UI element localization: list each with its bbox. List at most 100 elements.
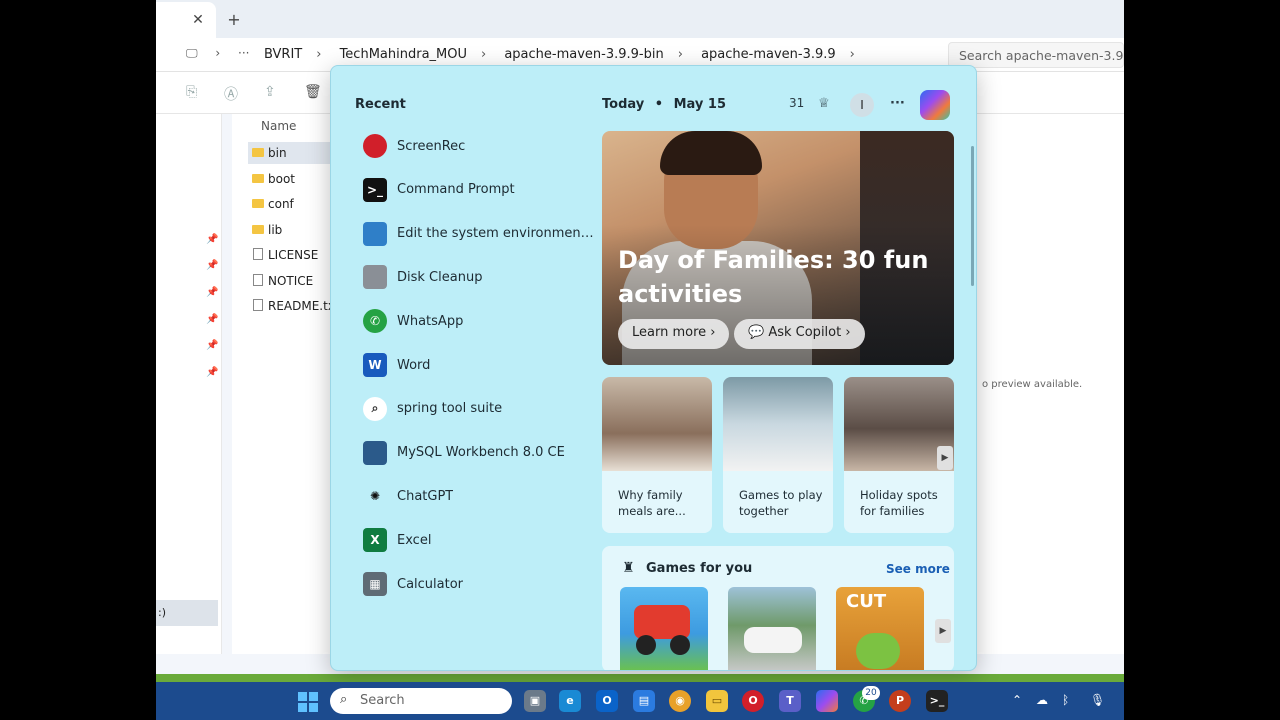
today-label: Today	[602, 97, 645, 112]
edge-icon[interactable]: e	[559, 690, 581, 712]
file-icon	[253, 299, 263, 311]
news-card[interactable]: Why family meals are...	[602, 377, 712, 533]
games-heading: Games for you	[646, 561, 753, 576]
microphone-icon[interactable]: 🎙	[1090, 693, 1105, 707]
file-name: LICENSE	[268, 248, 319, 262]
ask-copilot-button[interactable]: 💬 Ask Copilot ›	[734, 319, 865, 349]
recent-item-label: ScreenRec	[397, 138, 466, 154]
task-view-icon[interactable]: ▣	[524, 690, 546, 712]
recent-item-label: MySQL Workbench 8.0 CE	[397, 445, 565, 461]
file-list: Name bin boot conf lib LICENSE NOTICE RE…	[232, 114, 340, 654]
copy-icon[interactable]: ⎘	[186, 84, 197, 100]
excel-icon: X	[363, 528, 387, 553]
see-more-link[interactable]: See more	[886, 562, 950, 576]
wheel-shape	[636, 635, 656, 655]
date-label: May 15	[673, 97, 727, 112]
file-row[interactable]: bin	[248, 142, 332, 164]
store-icon[interactable]: ▤	[633, 690, 655, 712]
copilot-taskbar-icon[interactable]	[816, 690, 838, 712]
file-row[interactable]: conf	[248, 193, 332, 215]
game-tile-hill-climb[interactable]	[620, 587, 708, 670]
column-header-name[interactable]: Name	[261, 119, 296, 133]
recent-item-label: Disk Cleanup	[397, 269, 483, 285]
news-card-image	[723, 377, 833, 471]
onedrive-icon[interactable]: ☁	[1036, 693, 1048, 707]
file-row[interactable]: LICENSE	[248, 244, 332, 266]
breadcrumb-item[interactable]: apache-maven-3.9.9-bin	[504, 47, 663, 62]
learn-more-button[interactable]: Learn more ›	[618, 319, 730, 349]
powerpoint-icon[interactable]: P	[889, 690, 911, 712]
recent-item-label: Command Prompt	[397, 182, 515, 198]
learn-more-label: Learn more	[632, 325, 707, 340]
file-explorer-icon[interactable]: ▭	[706, 690, 728, 712]
word-icon: W	[363, 353, 387, 377]
close-tab-icon[interactable]: ✕	[186, 8, 210, 32]
file-row[interactable]: NOTICE	[248, 270, 332, 292]
whatsapp-icon: ✆	[363, 309, 387, 334]
recent-item[interactable]: X Excel	[363, 522, 599, 558]
start-scrollbar[interactable]	[971, 146, 974, 286]
file-name: README.txt	[268, 299, 340, 313]
game-tile-traffic-racer[interactable]	[728, 587, 816, 670]
breadcrumb-item[interactable]: apache-maven-3.9.9	[701, 47, 836, 62]
rename-icon[interactable]: Ⓐ	[224, 84, 238, 104]
file-row[interactable]: README.txt	[248, 295, 340, 317]
file-row[interactable]: lib	[248, 219, 332, 241]
news-card-title: Why family meals are...	[618, 488, 686, 518]
more-options-icon[interactable]: ···	[890, 96, 905, 111]
chatgpt-icon: ✺	[363, 484, 387, 509]
nav-item-drive[interactable]: :)	[156, 600, 218, 626]
more-icon[interactable]: ···	[238, 46, 249, 60]
file-name: lib	[268, 223, 283, 237]
cards-next-button[interactable]: ▶	[937, 446, 953, 470]
om-nom-shape	[856, 633, 900, 669]
recent-item[interactable]: ▦ Calculator	[363, 566, 599, 602]
delete-icon[interactable]: 🗑	[304, 84, 322, 100]
file-icon	[253, 274, 263, 286]
windows-start-icon[interactable]	[298, 692, 318, 712]
taskbar-search-input[interactable]: ⌕ Search	[330, 688, 512, 714]
recent-item[interactable]: W Word	[363, 347, 599, 383]
recent-item[interactable]: ✆ WhatsApp	[363, 303, 599, 339]
recent-item[interactable]: >_ Command Prompt	[363, 172, 599, 208]
games-next-button[interactable]: ▶	[935, 619, 951, 643]
recent-item[interactable]: ⌕ spring tool suite	[363, 391, 599, 427]
share-icon[interactable]: ⇪	[264, 84, 276, 100]
breadcrumb-item[interactable]: TechMahindra_MOU	[340, 47, 467, 62]
ask-copilot-label: Ask Copilot	[768, 325, 842, 340]
explorer-search-input[interactable]: Search apache-maven-3.9.9	[948, 42, 1124, 68]
chrome-icon[interactable]: ◉	[669, 690, 691, 712]
game-tile-cut-the-rope[interactable]: CUT	[836, 587, 924, 670]
recent-item-label: Word	[397, 357, 431, 373]
calendar-icon[interactable]: 31	[789, 96, 804, 110]
hero-card[interactable]: Day of Families: 30 fun activities Learn…	[602, 131, 954, 365]
recent-item[interactable]: MySQL Workbench 8.0 CE	[363, 435, 599, 471]
copilot-icon[interactable]	[920, 90, 950, 120]
file-row[interactable]: boot	[248, 168, 332, 190]
desktop-screen: ✕ + 🖵 › ··· BVRIT › TechMahindra_MOU › apa…	[156, 0, 1124, 720]
terminal-icon[interactable]: >_	[926, 690, 948, 712]
teams-icon[interactable]: T	[779, 690, 801, 712]
recent-item[interactable]: ✺ ChatGPT	[363, 478, 599, 514]
recent-item-label: Calculator	[397, 576, 464, 592]
explorer-tab-bar: ✕ +	[156, 0, 1124, 38]
opera-icon[interactable]: O	[742, 690, 764, 712]
trophy-icon[interactable]: ♕	[818, 96, 830, 111]
chevron-right-icon: ›	[845, 325, 851, 340]
monitor-icon[interactable]: 🖵	[186, 46, 198, 60]
news-card-image	[602, 377, 712, 471]
news-card[interactable]: Games to play together	[723, 377, 833, 533]
recent-item[interactable]: Edit the system environment v...	[363, 216, 599, 252]
bluetooth-icon[interactable]: ᛒ	[1062, 693, 1069, 707]
outlook-icon[interactable]: O	[596, 690, 618, 712]
recent-item-label: ChatGPT	[397, 488, 454, 504]
new-tab-icon[interactable]: +	[222, 8, 246, 32]
recent-item-label: Excel	[397, 532, 432, 548]
chevron-up-icon[interactable]: ⌃	[1012, 693, 1022, 707]
file-name: boot	[268, 172, 296, 186]
breadcrumb-item[interactable]: BVRIT	[264, 47, 302, 62]
recent-item[interactable]: Disk Cleanup	[363, 259, 599, 295]
avatar[interactable]: I	[850, 93, 874, 117]
recent-item[interactable]: ScreenRec	[363, 128, 599, 164]
hero-title: Day of Families: 30 fun activities	[618, 246, 929, 308]
